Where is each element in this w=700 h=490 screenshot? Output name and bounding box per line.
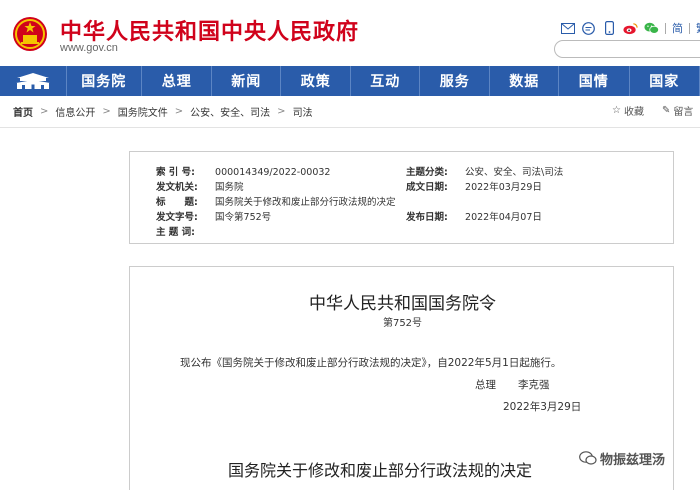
breadcrumb-judicial-link[interactable]: 司法: [293, 104, 313, 119]
national-emblem-icon[interactable]: [12, 14, 48, 54]
mail-icon[interactable]: [560, 21, 575, 35]
phone-icon[interactable]: [602, 21, 617, 35]
info-index-value: 000014349/2022-00032: [215, 167, 331, 178]
info-keywords-label: 主 题 词:: [156, 227, 195, 238]
watermark: 物振兹理汤: [576, 448, 669, 468]
breadcrumb: 首页 > 信息公开 > 国务院文件 > 公安、安全、司法 > 司法: [13, 103, 313, 119]
breadcrumb-home-link[interactable]: 首页: [13, 104, 33, 119]
favorite-label: 收藏: [623, 107, 644, 118]
document-body-text: 现公布《国务院关于修改和废止部分行政法规的决定》，自2022年5月1日起施行。: [180, 357, 562, 369]
main-nav: 国务院 总理 新闻 政策 互动 服务 数据 国情 国家: [0, 66, 700, 96]
weibo-icon[interactable]: [623, 21, 638, 35]
page-actions: ☆ 收藏 ✎ 留言: [612, 103, 693, 118]
comment-button[interactable]: ✎ 留言: [662, 103, 693, 118]
star-icon: ☆: [612, 105, 621, 116]
info-doc-number-row: 发文字号: 国令第752号: [156, 209, 271, 223]
comment-label: 留言: [673, 107, 694, 118]
info-category-value: 公安、安全、司法\司法: [465, 167, 564, 178]
document-title: 中华人民共和国国务院令: [309, 294, 496, 314]
search-input[interactable]: [554, 40, 700, 58]
chat-icon[interactable]: [581, 21, 596, 35]
info-issuer-label: 发文机关:: [156, 182, 198, 193]
info-index-label: 索 引 号:: [156, 167, 195, 178]
info-published-label: 发布日期:: [406, 212, 448, 223]
site-url: www.gov.cn: [60, 42, 118, 54]
nav-item-news[interactable]: 新闻: [212, 66, 281, 96]
nav-item-state-council[interactable]: 国务院: [67, 66, 142, 96]
info-category-label: 主题分类:: [406, 167, 448, 178]
info-created-label: 成文日期:: [406, 182, 448, 193]
tiananmen-icon: [15, 73, 50, 89]
info-doc-number-value: 国令第752号: [215, 212, 272, 223]
comment-icon: ✎: [661, 105, 671, 116]
site-header: 中华人民共和国中央人民政府 www.gov.cn 简 繁: [0, 0, 700, 66]
document-info-box: 索 引 号: 000014349/2022-00032 主题分类: 公安、安全、…: [129, 151, 674, 244]
info-title-label: 标 题:: [156, 197, 198, 208]
nav-item-data[interactable]: 数据: [490, 66, 560, 96]
chevron-right-icon: >: [174, 105, 184, 117]
info-title-row: 标 题: 国务院关于修改和废止部分行政法规的决定: [156, 194, 396, 208]
document-signature: 总理 李克强: [475, 377, 550, 392]
chevron-right-icon: >: [277, 105, 286, 117]
info-created-row: 成文日期: 2022年03月29日: [406, 179, 542, 193]
document-date: 2022年3月29日: [503, 401, 582, 413]
lang-simplified-link[interactable]: 简: [672, 20, 683, 36]
document-number: 第752号: [382, 318, 423, 329]
chevron-right-icon: >: [40, 105, 49, 117]
nav-item-services[interactable]: 服务: [420, 66, 491, 96]
signature-role: 总理: [475, 379, 496, 391]
info-keywords-row: 主 题 词:: [156, 224, 212, 238]
wechat-icon[interactable]: [644, 21, 659, 35]
info-doc-number-label: 发文字号:: [156, 212, 198, 223]
signature-name: 李克强: [518, 379, 550, 391]
info-index-row: 索 引 号: 000014349/2022-00032: [156, 164, 330, 178]
info-issuer-value: 国务院: [215, 182, 244, 193]
chevron-right-icon: >: [102, 105, 111, 117]
decision-title: 国务院关于修改和废止部分行政法规的决定: [228, 461, 533, 480]
breadcrumb-category-link[interactable]: 公安、安全、司法: [190, 104, 270, 119]
nav-home-button[interactable]: [0, 66, 67, 96]
info-issuer-row: 发文机关: 国务院: [156, 179, 244, 193]
nav-item-interaction[interactable]: 互动: [351, 66, 420, 96]
info-category-row: 主题分类: 公安、安全、司法\司法: [406, 164, 563, 178]
lang-traditional-link[interactable]: 繁: [696, 20, 700, 36]
favorite-button[interactable]: ☆ 收藏: [612, 103, 644, 118]
info-published-value: 2022年04月07日: [465, 212, 542, 223]
nav-item-premier[interactable]: 总理: [142, 66, 213, 96]
info-title-value: 国务院关于修改和废止部分行政法规的决定: [215, 197, 396, 208]
wechat-icon: [579, 451, 597, 465]
divider: [0, 127, 700, 128]
toolbar-separator: [665, 22, 666, 34]
nav-item-policy[interactable]: 政策: [281, 66, 352, 96]
breadcrumb-info-link[interactable]: 信息公开: [55, 104, 95, 119]
info-created-value: 2022年03月29日: [465, 182, 542, 193]
breadcrumb-documents-link[interactable]: 国务院文件: [118, 104, 168, 119]
nav-item-country[interactable]: 国家: [630, 66, 700, 96]
top-toolbar: 简 繁: [560, 20, 700, 36]
watermark-text: 物振兹理汤: [600, 452, 666, 468]
toolbar-separator: [689, 22, 690, 34]
nav-item-national-profile[interactable]: 国情: [559, 66, 630, 96]
info-published-row: 发布日期: 2022年04月07日: [406, 209, 542, 223]
